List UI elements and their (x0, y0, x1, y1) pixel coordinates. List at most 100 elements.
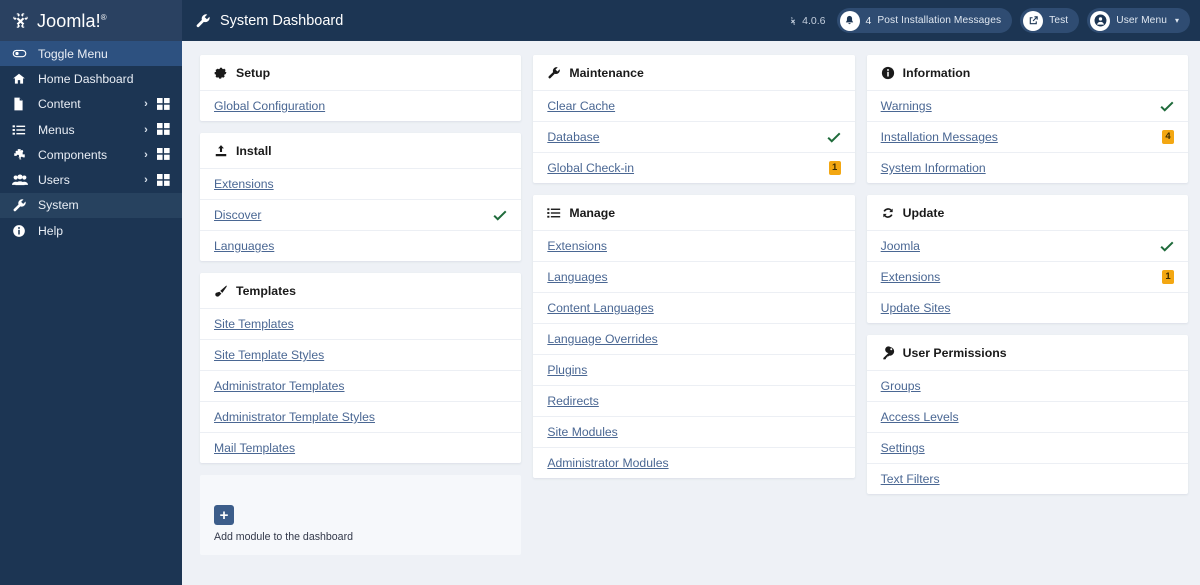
list-item[interactable]: Extensions 1 (866, 261, 1188, 292)
row-link[interactable]: Site Templates (214, 317, 294, 331)
row-link[interactable]: Language Overrides (547, 332, 657, 346)
list-item[interactable]: Groups (866, 370, 1188, 401)
info-icon (12, 224, 29, 238)
row-link[interactable]: Warnings (881, 99, 932, 113)
row-link[interactable]: System Information (881, 161, 986, 175)
row-link[interactable]: Joomla (881, 239, 920, 253)
list-item[interactable]: Redirects (533, 385, 855, 416)
list-item[interactable]: Access Levels (866, 401, 1188, 432)
list-item[interactable]: Database (533, 121, 855, 152)
row-status (1160, 101, 1174, 112)
post-installation-messages-button[interactable]: 4 Post Installation Messages (836, 8, 1013, 33)
add-module-button[interactable]: + Add module to the dashboard (200, 475, 522, 555)
row-link[interactable]: Global Configuration (214, 99, 325, 113)
version-text: 4.0.6 (802, 14, 826, 27)
sidebar-item-home-dashboard[interactable]: Home Dashboard (0, 66, 182, 91)
row-link[interactable]: Access Levels (881, 410, 959, 424)
row-link[interactable]: Administrator Template Styles (214, 410, 375, 424)
row-link[interactable]: Site Modules (547, 425, 617, 439)
row-link[interactable]: Discover (214, 208, 261, 222)
list-item[interactable]: Administrator Templates (200, 370, 522, 401)
page-title: System Dashboard (195, 13, 343, 29)
row-link[interactable]: Settings (881, 441, 925, 455)
list-item[interactable]: Global Configuration (200, 90, 522, 121)
chevron-down-icon[interactable]: ▾ (1175, 16, 1179, 25)
row-link[interactable]: Extensions (214, 177, 274, 191)
row-link[interactable]: Installation Messages (881, 130, 998, 144)
row-link[interactable]: Global Check-in (547, 161, 634, 175)
list-item[interactable]: Content Languages (533, 292, 855, 323)
list-item[interactable]: Administrator Template Styles (200, 401, 522, 432)
row-link[interactable]: Plugins (547, 363, 587, 377)
list-item[interactable]: Update Sites (866, 292, 1188, 323)
row-link[interactable]: Extensions (881, 270, 941, 284)
chevron-right-icon[interactable]: › (138, 98, 154, 110)
row-link[interactable]: Groups (881, 379, 921, 393)
row-link[interactable]: Extensions (547, 239, 607, 253)
list-item[interactable]: Languages (200, 230, 522, 261)
page-title-text: System Dashboard (220, 12, 344, 29)
site-preview-label: Test (1049, 15, 1069, 26)
list-item[interactable]: Warnings (866, 90, 1188, 121)
list-item[interactable]: Settings (866, 432, 1188, 463)
row-link[interactable]: Update Sites (881, 301, 951, 315)
add-module-label: Add module to the dashboard (214, 531, 353, 543)
list-item[interactable]: Site Templates (200, 308, 522, 339)
chevron-right-icon[interactable]: › (138, 124, 154, 136)
grid-icon[interactable] (154, 173, 172, 187)
row-link[interactable]: Languages (547, 270, 607, 284)
list-item[interactable]: Global Check-in 1 (533, 152, 855, 183)
grid-icon[interactable] (154, 123, 172, 136)
sidebar-item-content[interactable]: Content › (0, 92, 182, 117)
row-link[interactable]: Content Languages (547, 301, 653, 315)
row-status: 1 (1161, 269, 1174, 285)
sidebar-item-system[interactable]: System (0, 192, 182, 219)
row-link[interactable]: Redirects (547, 394, 598, 408)
list-item[interactable]: Text Filters (866, 463, 1188, 494)
card-header: Manage (533, 195, 854, 230)
card-header: Information (867, 55, 1188, 90)
row-link[interactable]: Site Template Styles (214, 348, 324, 362)
messages-label: Post Installation Messages (877, 15, 1002, 26)
chevron-right-icon[interactable]: › (138, 174, 154, 186)
sidebar-item-menus[interactable]: Menus › (0, 117, 182, 142)
list-item[interactable]: System Information (866, 152, 1188, 183)
sidebar-item-help[interactable]: Help (0, 218, 182, 243)
status-badge: 1 (828, 160, 841, 176)
list-item[interactable]: Languages (533, 261, 855, 292)
list-item[interactable]: Mail Templates (200, 432, 522, 463)
row-link[interactable]: Text Filters (881, 472, 940, 486)
list-item[interactable]: Joomla (866, 230, 1188, 261)
brand-logo-area[interactable]: Joomla!® (0, 0, 182, 41)
site-preview-button[interactable]: Test (1020, 8, 1080, 33)
top-bar-actions: 4.0.6 4 Post Installation Messages Test (788, 8, 1190, 33)
sidebar-item-toggle-menu[interactable]: Toggle Menu (0, 41, 182, 67)
home-icon (12, 72, 29, 86)
row-link[interactable]: Mail Templates (214, 441, 295, 455)
row-link[interactable]: Database (547, 130, 599, 144)
row-link[interactable]: Clear Cache (547, 99, 615, 113)
grid-icon[interactable] (154, 148, 172, 161)
bell-icon (839, 10, 860, 31)
sidebar-item-label: Toggle Menu (38, 46, 108, 61)
chevron-right-icon[interactable]: › (138, 149, 154, 161)
row-link[interactable]: Administrator Modules (547, 456, 668, 470)
row-link[interactable]: Administrator Templates (214, 379, 345, 393)
row-link[interactable]: Languages (214, 239, 274, 253)
grid-icon[interactable] (154, 97, 172, 111)
list-item[interactable]: Clear Cache (533, 90, 855, 121)
card-header: Templates (200, 273, 521, 308)
list-item[interactable]: Plugins (533, 354, 855, 385)
list-item[interactable]: Language Overrides (533, 323, 855, 354)
list-item[interactable]: Administrator Modules (533, 447, 855, 478)
sidebar-item-users[interactable]: Users › (0, 167, 182, 192)
sidebar-item-components[interactable]: Components › (0, 142, 182, 167)
document-icon (12, 97, 29, 111)
list-item[interactable]: Extensions (200, 168, 522, 199)
list-item[interactable]: Discover (200, 199, 522, 230)
list-item[interactable]: Site Template Styles (200, 339, 522, 370)
user-menu-button[interactable]: User Menu ▾ (1087, 8, 1190, 33)
list-item[interactable]: Site Modules (533, 416, 855, 447)
list-item[interactable]: Installation Messages 4 (866, 121, 1188, 152)
list-item[interactable]: Extensions (533, 230, 855, 261)
